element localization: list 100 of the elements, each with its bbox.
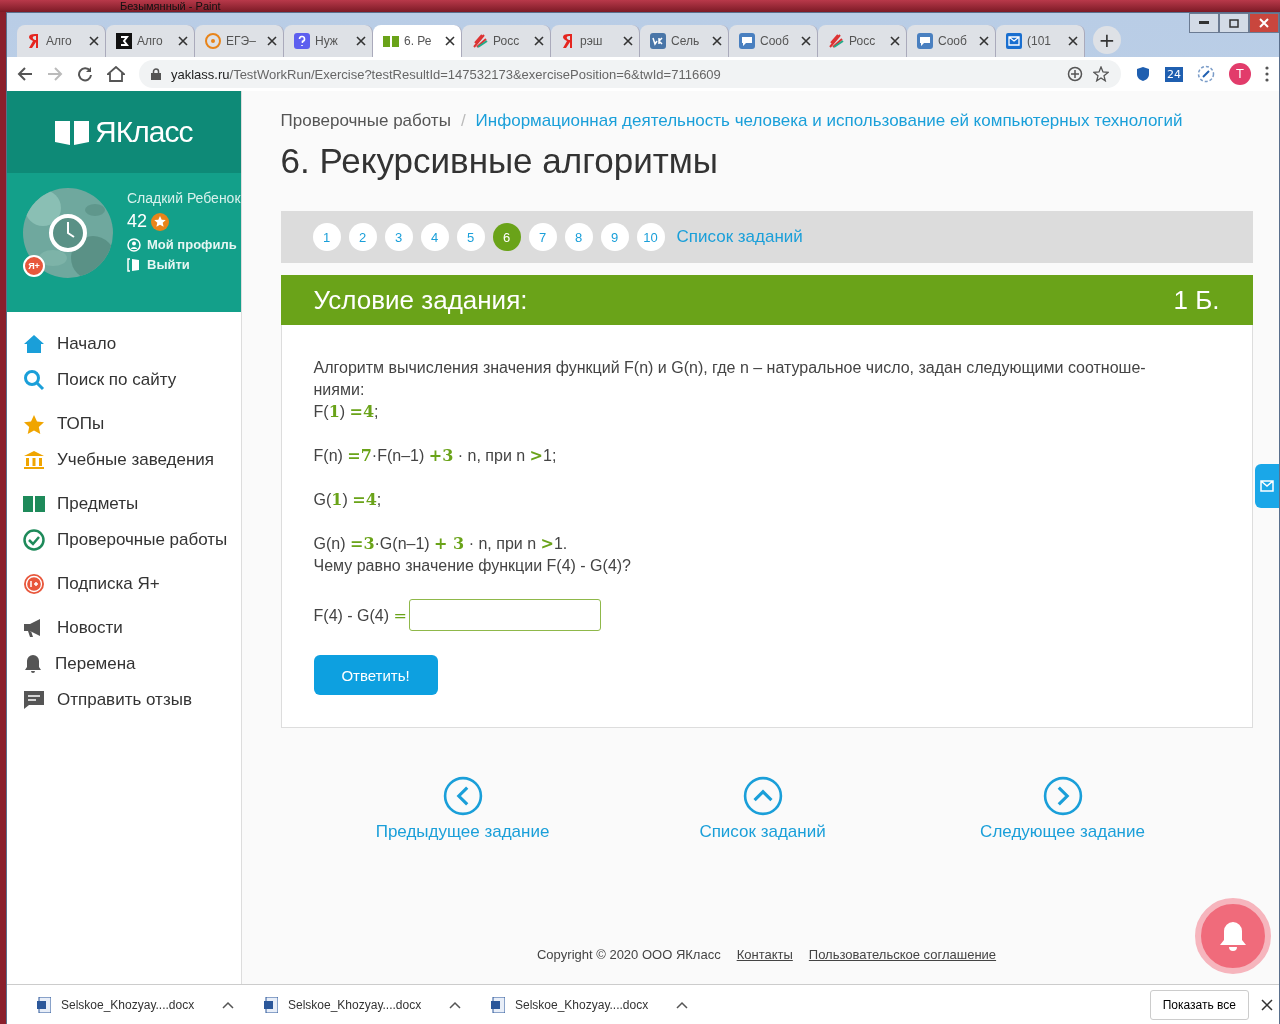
maximize-button[interactable] [1219, 13, 1249, 33]
page-title: 6. Рекурсивные алгоритмы [280, 141, 719, 181]
browser-tab[interactable]: Росс [818, 25, 907, 57]
menu-item[interactable]: ТОПы [23, 412, 241, 436]
menu-item[interactable]: Проверочные работы [23, 528, 241, 552]
browser-tab[interactable]: Алго [106, 25, 195, 57]
back-icon[interactable] [17, 66, 33, 82]
extension-icon[interactable] [1197, 65, 1215, 83]
close-icon[interactable] [356, 36, 366, 46]
download-file[interactable]: Selskoe_Khozyay....docx [288, 997, 439, 1012]
bell-icon [1218, 920, 1248, 952]
check-circle-icon [23, 529, 45, 551]
menu-item[interactable]: Учебные заведения [23, 448, 241, 472]
download-file[interactable]: Selskoe_Khozyay....docx [515, 997, 666, 1012]
close-icon[interactable] [979, 36, 989, 46]
close-icon[interactable] [267, 36, 277, 46]
browser-tab[interactable]: Сооб [907, 25, 996, 57]
vk-icon [650, 33, 666, 49]
menu-item[interactable]: Отправить отзыв [23, 688, 241, 712]
shield-icon[interactable] [1135, 66, 1151, 82]
extension-badge[interactable]: 24 [1165, 66, 1183, 82]
answer-field[interactable] [408, 599, 601, 631]
door-icon [127, 257, 141, 272]
browser-tab[interactable]: Алго [17, 25, 106, 57]
book-icon [23, 495, 45, 513]
document-icon [491, 996, 505, 1013]
wheel-icon [205, 33, 221, 49]
window-title: Безымянный - Paint [120, 0, 221, 12]
close-icon[interactable] [712, 36, 722, 46]
browser-tab[interactable]: Росс [462, 25, 551, 57]
show-all-button[interactable]: Показать все [1149, 989, 1249, 1020]
menu-item[interactable]: Перемена [23, 652, 241, 676]
reload-icon[interactable] [77, 66, 93, 82]
profile-avatar[interactable]: T [1229, 63, 1251, 85]
user-name: Сладкий Ребенок [127, 190, 241, 206]
add-circle-icon[interactable] [1067, 66, 1083, 82]
browser-tab[interactable]: 6. Ре [373, 25, 462, 57]
browser-tab[interactable]: (101 [996, 25, 1085, 57]
star-icon [23, 413, 45, 435]
subscription-badge: Я+ [23, 255, 45, 277]
close-icon[interactable] [178, 36, 188, 46]
browser-tab[interactable]: Сель [640, 25, 729, 57]
browser-tab[interactable]: ЕГЭ– [195, 25, 284, 57]
close-icon[interactable] [623, 36, 633, 46]
browser-tab[interactable]: Нуж [284, 25, 373, 57]
page-button[interactable]: 2 [348, 223, 377, 251]
lock-icon [151, 68, 161, 80]
mail-icon [1006, 33, 1022, 49]
bell-icon [23, 654, 43, 674]
close-icon[interactable] [801, 36, 811, 46]
caret-icon[interactable] [676, 1000, 688, 1009]
star-outline-icon[interactable] [1093, 66, 1109, 82]
menu-icon[interactable] [1265, 66, 1269, 82]
new-tab-button[interactable]: + [1093, 26, 1121, 54]
download-file[interactable]: Selskoe_Khozyay....docx [61, 997, 212, 1012]
arrows-icon [472, 33, 488, 49]
close-button[interactable] [1249, 13, 1279, 33]
answer-label: F(4) - G(4) = [313, 605, 407, 625]
page-button[interactable]: 9 [600, 223, 629, 251]
close-icon[interactable] [534, 36, 544, 46]
task-score: 1 Б. [1173, 284, 1220, 316]
close-icon[interactable] [89, 36, 99, 46]
menu-item[interactable]: Предметы [23, 492, 241, 516]
caret-icon[interactable] [449, 1000, 461, 1009]
menu-item[interactable]: Подписка Я+ [23, 572, 241, 596]
caret-icon[interactable] [222, 1000, 234, 1009]
page-button[interactable]: 5 [456, 223, 485, 251]
menu-item[interactable]: Новости [23, 616, 241, 640]
menu-item[interactable]: Начало [23, 332, 241, 356]
minimize-button[interactable] [1189, 13, 1219, 33]
close-icon[interactable] [1261, 998, 1273, 1011]
mail-tab[interactable] [1255, 464, 1279, 508]
book-icon [55, 119, 90, 145]
footer-link[interactable]: Пользовательское соглашение [808, 947, 997, 962]
search-icon [23, 369, 45, 391]
dark-square-icon [116, 33, 132, 49]
user-icon [127, 237, 141, 252]
site-logo[interactable]: ЯКласс [95, 115, 193, 149]
browser-tab[interactable]: рэш [551, 25, 640, 57]
address-bar[interactable]: yaklass.ru/TestWorkRun/Exercise?testResultId=147532173&exercisePosition=6&twId=7116609 [139, 60, 1121, 88]
close-icon[interactable] [445, 36, 455, 46]
building-icon [23, 450, 45, 470]
browser-tab[interactable]: Сооб [729, 25, 818, 57]
page-button[interactable]: 10 [636, 223, 665, 251]
yandex-icon [561, 33, 575, 49]
menu-item[interactable]: Поиск по сайту [23, 368, 241, 392]
page-button[interactable]: 3 [384, 223, 413, 251]
close-icon[interactable] [1068, 36, 1078, 46]
formula: G(1) =4; [313, 489, 383, 511]
close-icon[interactable] [890, 36, 900, 46]
home-icon[interactable] [107, 66, 125, 82]
page-button[interactable]: 8 [564, 223, 593, 251]
breadcrumb-link[interactable]: Проверочные работы [280, 111, 451, 131]
formula: F(n) =7·F(n–1) +3 · n, при n >1; [313, 445, 558, 467]
footer-link[interactable]: Контакты [736, 947, 793, 962]
page-button[interactable]: 6 [492, 223, 521, 251]
chat-icon [739, 33, 755, 49]
question-text: Чему равно значение функции F(4) - G(4)? [313, 556, 632, 576]
minimize-icon [1199, 21, 1209, 25]
document-icon [37, 996, 51, 1013]
